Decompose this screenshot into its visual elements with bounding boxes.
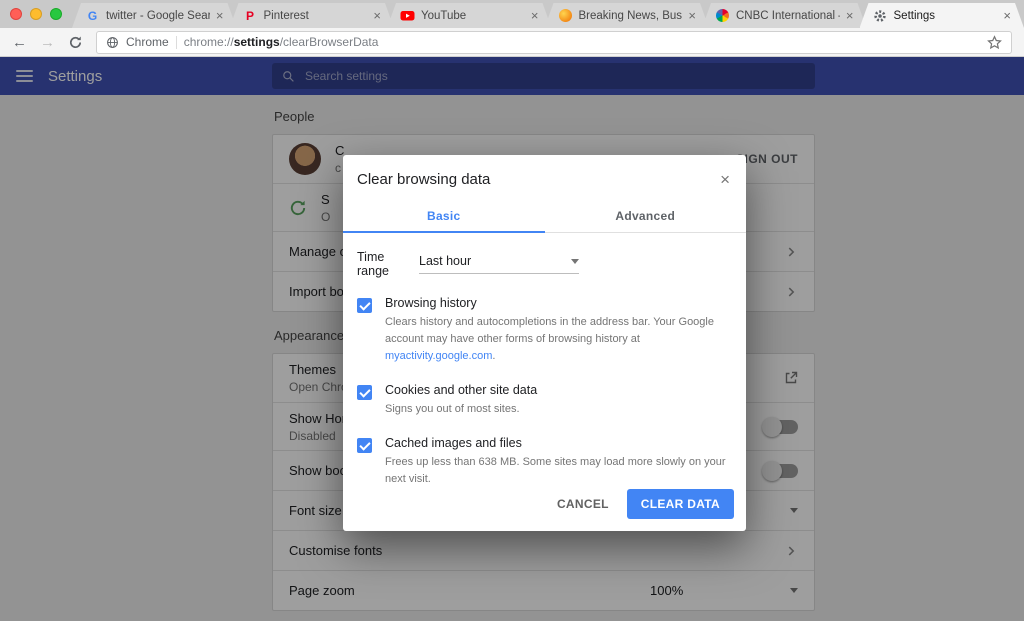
bookmark-star-icon[interactable] [987,35,1002,50]
browsing-history-checkbox[interactable] [357,298,372,313]
browser-toolbar: ← → Chrome chrome://settings/clearBrowse… [0,28,1024,57]
item-description: Frees up less than 638 MB. Some sites ma… [385,454,730,488]
cookies-item: Cookies and other site data Signs you ou… [357,383,732,418]
news-favicon-icon [558,8,573,23]
dropdown-caret-icon [571,259,579,264]
tab-close-icon[interactable]: × [846,9,854,22]
page-info-icon[interactable] [106,36,119,49]
tab-title: YouTube [421,10,525,22]
back-button[interactable]: ← [12,35,27,50]
tab-breaking-news[interactable]: Breaking News, Business × [545,3,710,28]
myactivity-link[interactable]: myactivity.google.com [385,350,492,362]
window-minimize-button[interactable] [30,8,42,20]
tab-close-icon[interactable]: × [373,9,381,22]
browser-window: G twitter - Google Search × P Pinterest … [0,0,1024,622]
time-range-label: Time range [357,250,419,278]
settings-page: Settings People C c [0,57,1024,621]
item-title: Browsing history [385,296,730,310]
tab-strip: G twitter - Google Search × P Pinterest … [0,0,1024,28]
cached-images-item: Cached images and files Frees up less th… [357,436,732,488]
tab-advanced[interactable]: Advanced [545,200,747,232]
pinterest-favicon-icon: P [243,8,258,23]
tab-pinterest[interactable]: P Pinterest × [230,3,395,28]
cnbc-favicon-icon [715,8,730,23]
item-title: Cached images and files [385,436,730,450]
tab-title: Breaking News, Business [579,10,683,22]
cookies-checkbox[interactable] [357,385,372,400]
item-title: Cookies and other site data [385,383,730,397]
tab-list: G twitter - Google Search × P Pinterest … [72,0,1024,28]
address-bar[interactable]: Chrome chrome://settings/clearBrowserDat… [96,31,1012,54]
gear-favicon-icon [873,8,888,23]
tab-close-icon[interactable]: × [1003,9,1011,22]
tab-title: Pinterest [264,10,368,22]
tab-youtube[interactable]: YouTube × [387,3,552,28]
item-description: Clears history and autocompletions in th… [385,314,730,365]
tab-title: Settings [894,10,998,22]
tab-close-icon[interactable]: × [688,9,696,22]
window-close-button[interactable] [10,8,22,20]
youtube-favicon-icon [400,8,415,23]
tab-close-icon[interactable]: × [531,9,539,22]
browsing-history-item: Browsing history Clears history and auto… [357,296,732,365]
tab-close-icon[interactable]: × [216,9,224,22]
tab-twitter-google-search[interactable]: G twitter - Google Search × [72,3,237,28]
dialog-tab-bar: Basic Advanced [343,200,746,233]
cached-images-checkbox[interactable] [357,438,372,453]
tab-title: twitter - Google Search [106,10,210,22]
site-chip: Chrome [126,35,169,49]
clear-data-button[interactable]: CLEAR DATA [627,489,734,519]
clear-browsing-data-dialog: Clear browsing data × Basic Advanced Tim… [343,155,746,531]
item-description: Signs you out of most sites. [385,401,730,418]
time-range-select[interactable]: Last hour [419,254,579,274]
cancel-button[interactable]: CANCEL [547,489,619,519]
reload-button[interactable] [68,35,83,50]
tab-title: CNBC International – Wor [736,10,840,22]
google-favicon-icon: G [85,8,100,23]
tab-settings[interactable]: Settings × [860,3,1024,28]
tab-basic[interactable]: Basic [343,200,545,232]
window-zoom-button[interactable] [50,8,62,20]
window-controls [0,0,72,28]
tab-cnbc[interactable]: CNBC International – Wor × [702,3,867,28]
url-text: chrome://settings/clearBrowserData [184,35,379,49]
close-icon[interactable]: × [718,171,732,188]
omnibox-divider [176,36,177,49]
forward-button[interactable]: → [40,35,55,50]
dialog-title: Clear browsing data [357,171,718,188]
